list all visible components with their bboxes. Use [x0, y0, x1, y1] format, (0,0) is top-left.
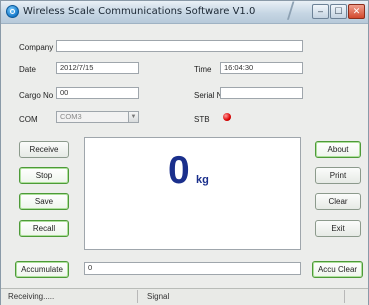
stop-button[interactable]: Stop	[19, 167, 69, 184]
app-icon	[6, 5, 19, 18]
titlebar-slash-decoration: /	[287, 0, 295, 24]
receive-button[interactable]: Receive	[19, 141, 69, 158]
stb-indicator-led	[223, 113, 231, 121]
status-separator	[344, 290, 345, 303]
weight-display: 0 kg	[84, 137, 301, 250]
company-field[interactable]	[56, 40, 303, 52]
stb-label: STB	[194, 115, 210, 124]
status-receiving: Receiving.....	[8, 292, 55, 301]
cargo-no-field[interactable]: 00	[56, 87, 139, 99]
accumulate-button[interactable]: Accumulate	[15, 261, 69, 278]
serial-no-field[interactable]	[220, 87, 303, 99]
recall-button[interactable]: Recall	[19, 220, 69, 237]
save-button[interactable]: Save	[19, 193, 69, 210]
exit-button[interactable]: Exit	[315, 220, 361, 237]
com-label: COM	[19, 115, 38, 124]
com-port-select[interactable]: COM3	[56, 111, 129, 123]
maximize-button[interactable]: ☐	[330, 4, 347, 19]
company-label: Company	[19, 43, 54, 52]
status-signal: Signal	[147, 292, 170, 301]
weight-value: 0	[168, 149, 190, 192]
com-dropdown-chevron-icon[interactable]: ▼	[128, 111, 139, 123]
accu-clear-button[interactable]: Accu Clear	[312, 261, 363, 278]
weight-unit: kg	[196, 174, 209, 186]
close-button[interactable]: ✕	[348, 4, 365, 19]
title-bar[interactable]: Wireless Scale Communications Software V…	[1, 0, 368, 24]
date-field[interactable]: 2012/7/15	[56, 62, 139, 74]
window-title: Wireless Scale Communications Software V…	[23, 6, 256, 17]
print-button[interactable]: Print	[315, 167, 361, 184]
app-window: Wireless Scale Communications Software V…	[0, 0, 369, 305]
status-bar: Receiving..... Signal	[1, 288, 368, 305]
clear-button[interactable]: Clear	[315, 193, 361, 210]
about-button[interactable]: About	[315, 141, 361, 158]
cargo-no-label: Cargo No	[19, 91, 54, 100]
accumulate-field[interactable]: 0	[84, 262, 301, 275]
time-field[interactable]: 16:04:30	[220, 62, 303, 74]
minimize-button[interactable]: –	[312, 4, 329, 19]
time-label: Time	[194, 65, 212, 74]
date-label: Date	[19, 65, 36, 74]
status-separator	[137, 290, 138, 303]
